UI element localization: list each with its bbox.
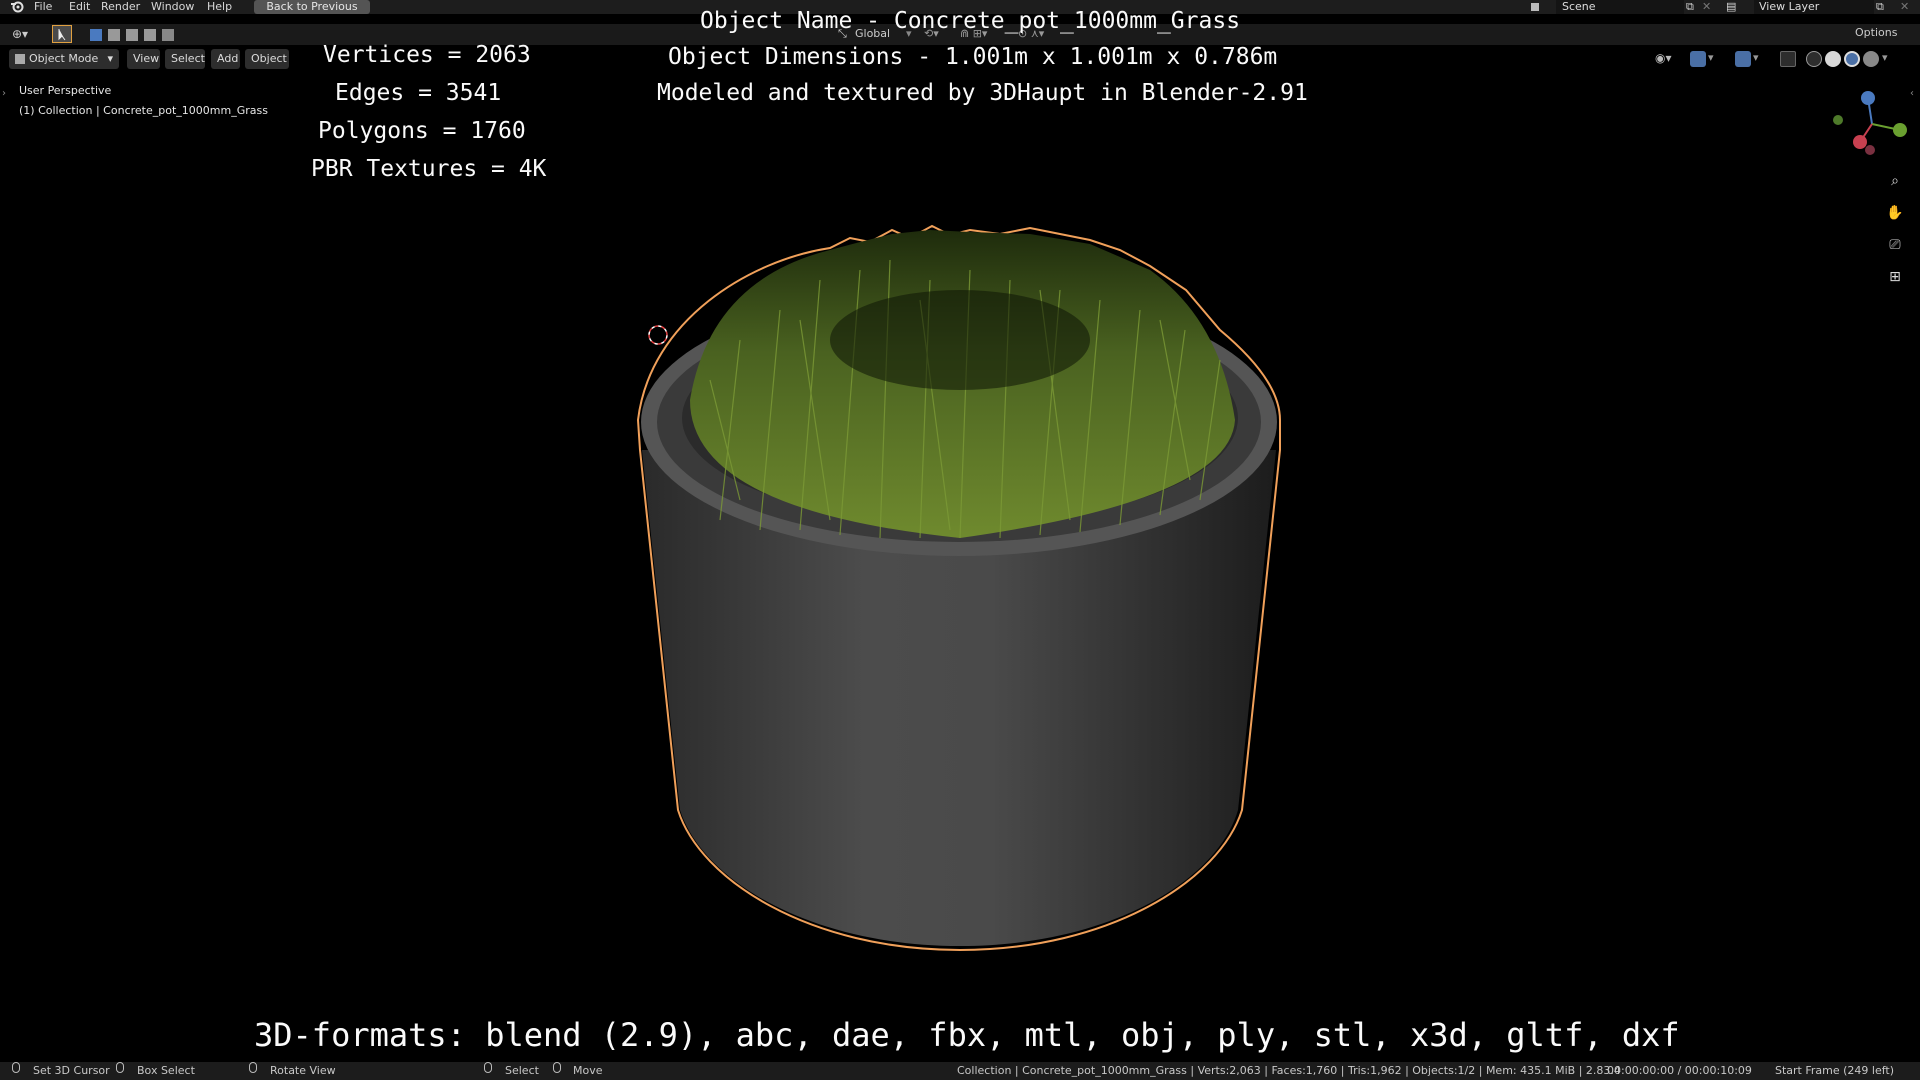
- y-axis-handle[interactable]: [1893, 123, 1907, 137]
- status-set-cursor: Set 3D Cursor: [33, 1064, 110, 1077]
- z-axis-handle[interactable]: [1861, 91, 1875, 105]
- options-dropdown[interactable]: Options: [1855, 26, 1897, 39]
- textures-label: PBR Textures = 4K: [311, 156, 547, 182]
- object-mode-icon: [15, 54, 25, 64]
- status-move: Move: [573, 1064, 603, 1077]
- viewport-perspective-label: User Perspective: [19, 84, 112, 97]
- camera-icon[interactable]: ⎚: [1882, 232, 1908, 258]
- visibility-icon[interactable]: ◉▾: [1655, 51, 1672, 67]
- pan-hand-icon[interactable]: ✋: [1882, 200, 1908, 226]
- chevron-down-icon: ▾: [1753, 51, 1759, 64]
- shading-solid-icon[interactable]: [1825, 51, 1841, 67]
- vertices-count: Vertices = 2063: [323, 42, 531, 68]
- menu-file[interactable]: File: [34, 0, 52, 14]
- xray-icon[interactable]: [1780, 51, 1796, 67]
- dimensions-label: Object Dimensions - 1.001m x 1.001m x 0.…: [668, 44, 1278, 70]
- status-time: 00:00:00:00 / 00:00:10:09: [1607, 1064, 1752, 1077]
- status-select: Select: [505, 1064, 539, 1077]
- mouse-middle-icon: [116, 1062, 124, 1073]
- grid-icon[interactable]: ⊞: [1882, 264, 1908, 290]
- viewport-collection-label: (1) Collection | Concrete_pot_1000mm_Gra…: [19, 104, 268, 117]
- navigation-gizmo[interactable]: [1832, 86, 1912, 166]
- view-layer-selector[interactable]: View Layer: [1754, 0, 1874, 14]
- status-bar: Set 3D Cursor Box Select Rotate View Sel…: [0, 1062, 1920, 1080]
- status-rotate-view: Rotate View: [270, 1064, 336, 1077]
- view-menu[interactable]: View: [127, 49, 160, 69]
- menu-window[interactable]: Window: [151, 0, 194, 14]
- neg-y-axis-handle[interactable]: [1833, 115, 1843, 125]
- menu-render[interactable]: Render: [101, 0, 140, 14]
- mouse-left-icon: [484, 1062, 492, 1073]
- menu-edit[interactable]: Edit: [69, 0, 90, 14]
- object-menu[interactable]: Object: [245, 49, 289, 69]
- chevron-down-icon: ▾: [107, 52, 113, 65]
- view-layer-name: View Layer: [1759, 0, 1820, 13]
- select-cursor-icon[interactable]: [52, 25, 72, 43]
- polygons-count: Polygons = 1760: [318, 118, 526, 144]
- status-frame: Start Frame (249 left): [1775, 1064, 1895, 1077]
- zoom-icon[interactable]: ⌕: [1882, 168, 1908, 194]
- select-menu[interactable]: Select: [165, 49, 205, 69]
- editor-type-icon[interactable]: ⊕▾: [12, 27, 34, 41]
- toolbar-expand-icon[interactable]: ›: [2, 88, 6, 99]
- scene-name: Scene: [1562, 0, 1596, 13]
- chevron-down-icon: ▾: [1882, 51, 1888, 64]
- new-view-layer-icon[interactable]: ⧉: [1876, 0, 1884, 14]
- object-name-label: Object Name - Concrete_pot_1000mm_Grass: [700, 8, 1241, 34]
- back-to-previous-button[interactable]: Back to Previous: [254, 0, 370, 14]
- credits-label: Modeled and textured by 3DHaupt in Blend…: [657, 80, 1308, 106]
- neg-z-axis-handle[interactable]: [1865, 145, 1875, 155]
- mouse-left-icon: [12, 1062, 20, 1073]
- scene-selector[interactable]: Scene: [1556, 0, 1684, 14]
- mode-dropdown[interactable]: Object Mode ▾: [9, 49, 119, 69]
- mode-label: Object Mode: [29, 52, 99, 65]
- close-scene-icon[interactable]: ✕: [1702, 0, 1711, 14]
- chevron-down-icon: ▾: [1708, 51, 1714, 64]
- shading-rendered-icon[interactable]: [1863, 51, 1879, 67]
- blender-logo-icon[interactable]: [10, 0, 24, 13]
- concrete-pot-object[interactable]: [630, 220, 1290, 960]
- close-view-layer-icon[interactable]: ✕: [1900, 0, 1909, 14]
- view-layer-icon[interactable]: ▤: [1726, 0, 1740, 14]
- back-to-previous-label: Back to Previous: [266, 0, 358, 13]
- x-axis-handle[interactable]: [1853, 135, 1867, 149]
- formats-label: 3D-formats: blend (2.9), abc, dae, fbx, …: [254, 1016, 1680, 1054]
- selection-mode-icons[interactable]: [90, 27, 182, 41]
- status-stats: Collection | Concrete_pot_1000mm_Grass |…: [957, 1064, 1621, 1077]
- shading-material-icon[interactable]: [1844, 51, 1860, 67]
- status-box-select: Box Select: [137, 1064, 195, 1077]
- mouse-right-icon: [249, 1062, 257, 1073]
- mouse-left-drag-icon: [553, 1062, 561, 1073]
- new-scene-icon[interactable]: ⧉: [1686, 0, 1694, 14]
- shading-wireframe-icon[interactable]: [1806, 51, 1822, 67]
- add-menu[interactable]: Add: [211, 49, 240, 69]
- scene-icon[interactable]: [1528, 0, 1542, 14]
- overlay-icon[interactable]: [1735, 51, 1751, 67]
- edges-count: Edges = 3541: [335, 80, 502, 106]
- menu-help[interactable]: Help: [207, 0, 232, 14]
- gizmo-icon[interactable]: [1690, 51, 1706, 67]
